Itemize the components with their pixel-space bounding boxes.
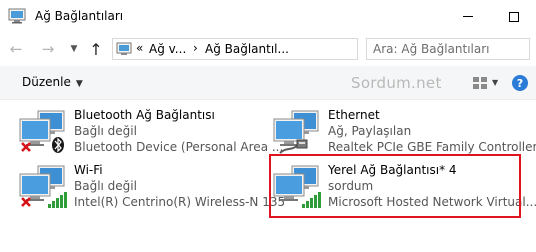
organize-label: Düzenle: [22, 75, 71, 89]
network-monitor-icon: [19, 110, 65, 153]
title-bar: Ağ Bağlantıları: [0, 0, 536, 33]
view-dropdown-icon[interactable]: ▼: [492, 78, 498, 87]
breadcrumb-separator[interactable]: ›: [193, 41, 198, 55]
breadcrumb-segment-ag-ve[interactable]: Ağ v...: [149, 42, 186, 56]
connection-device: Realtek PCIe GBE Family Controller: [328, 140, 536, 154]
help-icon[interactable]: ?: [512, 75, 528, 91]
connection-name: Bluetooth Ağ Bağlantısı: [74, 108, 215, 122]
forward-button[interactable]: →: [38, 39, 58, 59]
network-connections-icon: [8, 8, 26, 24]
bluetooth-icon: [52, 137, 64, 153]
address-bar[interactable]: « Ağ v... › Ağ Bağlantıl... ▼ ↻: [112, 38, 456, 60]
back-button[interactable]: ←: [6, 39, 26, 59]
connection-device: Intel(R) Centrino(R) Wireless-N 135: [74, 195, 286, 209]
window-title: Ağ Bağlantıları: [35, 9, 124, 23]
ethernet-cable-icon: [273, 110, 319, 154]
maximize-button[interactable]: [491, 0, 536, 33]
connection-item-ethernet[interactable]: Ethernet Ağ, Paylaşılan Realtek PCIe GBE…: [270, 107, 536, 155]
minimize-icon: [463, 16, 473, 17]
control-panel-icon: [116, 42, 132, 55]
navigation-bar: ← → ▼ ↑ « Ağ v... › Ağ Bağlantıl... ▼ ↻ …: [0, 33, 536, 66]
breadcrumb-overflow[interactable]: «: [136, 41, 143, 55]
maximize-icon: [509, 11, 519, 22]
minimize-button[interactable]: [445, 0, 491, 33]
watermark-text: Sordum.net: [351, 74, 442, 92]
chevron-down-icon: ▼: [75, 79, 83, 89]
connection-status: Bağlı değil: [74, 124, 137, 138]
connection-name: Ethernet: [328, 108, 380, 122]
command-bar: Düzenle ▼ Sordum.net ▼ ?: [0, 66, 536, 100]
highlight-box: [269, 154, 521, 218]
arrow-up-icon: ↑: [89, 39, 103, 59]
organize-button[interactable]: Düzenle ▼: [22, 75, 83, 89]
recent-locations-button[interactable]: ▼: [64, 39, 84, 59]
connection-item-wifi[interactable]: Wi-Fi Bağlı değil Intel(R) Centrino(R) W…: [16, 162, 285, 210]
view-options-icon[interactable]: [472, 76, 488, 90]
arrow-left-icon: ←: [9, 40, 23, 58]
signal-bars-icon: [48, 192, 67, 208]
connection-device: Bluetooth Device (Personal Area ...: [74, 140, 284, 154]
chevron-down-icon: ▼: [70, 44, 78, 54]
connection-status: Ağ, Paylaşılan: [328, 124, 412, 138]
network-monitor-icon: [19, 165, 67, 208]
breadcrumb-segment-ag-baglantilari[interactable]: Ağ Bağlantıl...: [205, 42, 289, 56]
arrow-right-icon: →: [41, 40, 55, 58]
up-button[interactable]: ↑: [86, 39, 106, 59]
search-input[interactable]: Ara: Ağ Bağlantıları: [366, 38, 530, 60]
connection-item-bluetooth[interactable]: Bluetooth Ağ Bağlantısı Bağlı değil Blue…: [16, 107, 283, 155]
connection-status: Bağlı değil: [74, 179, 137, 193]
connection-name: Wi-Fi: [74, 163, 103, 177]
